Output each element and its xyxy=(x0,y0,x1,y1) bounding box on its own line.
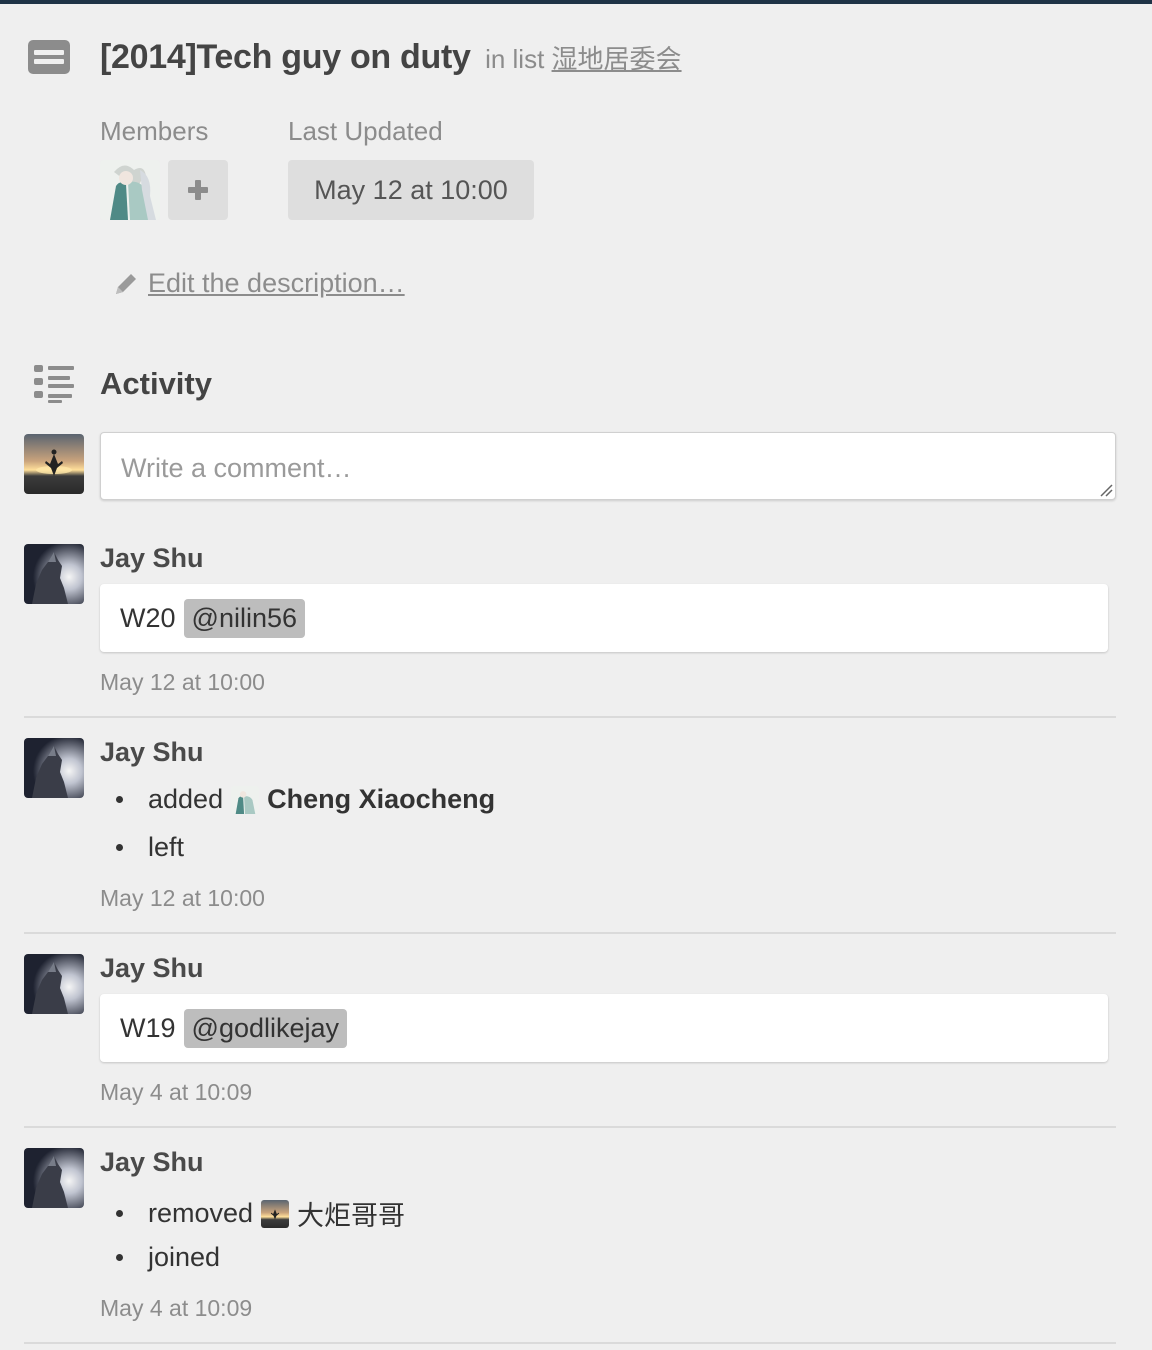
last-updated-badge[interactable]: May 12 at 10:00 xyxy=(288,160,534,220)
activity-bullet: left xyxy=(116,832,184,863)
activity-divider xyxy=(24,1342,1116,1344)
current-user-avatar-image xyxy=(24,434,84,494)
activity-verb: added xyxy=(148,784,224,814)
current-user-avatar[interactable] xyxy=(24,434,84,494)
mention-tag[interactable]: @godlikejay xyxy=(183,1008,348,1048)
activity-divider xyxy=(24,1126,1116,1128)
activity-bullet: added Cheng Xiaocheng xyxy=(116,784,495,815)
activity-timestamp[interactable]: May 4 at 10:09 xyxy=(100,1295,252,1322)
members-label: Members xyxy=(100,116,209,146)
top-bar xyxy=(0,0,1152,4)
comment-text: W19 xyxy=(120,1012,176,1043)
activity-timestamp[interactable]: May 12 at 10:00 xyxy=(100,885,265,912)
list-link[interactable]: 湿地居委会 xyxy=(552,44,682,74)
activity-bullet: joined xyxy=(116,1242,220,1273)
card-title[interactable]: [2014]Tech guy on duty xyxy=(100,38,471,76)
bullet-dot xyxy=(116,1210,123,1217)
activity-timestamp[interactable]: May 4 at 10:09 xyxy=(100,1079,252,1106)
plus-icon xyxy=(188,180,208,200)
activity-bullet: removed 大炬哥哥 xyxy=(116,1194,405,1233)
comment-input[interactable]: Write a comment… xyxy=(100,432,1116,500)
activity-timestamp[interactable]: May 12 at 10:00 xyxy=(100,669,265,696)
activity-verb: left xyxy=(148,832,185,862)
activity-list-icon xyxy=(34,365,74,403)
bullet-dot xyxy=(116,1254,123,1261)
inline-member-avatar xyxy=(231,785,260,814)
activity-verb: removed xyxy=(148,1198,254,1228)
bullet-dot xyxy=(116,796,123,803)
add-member-button[interactable] xyxy=(168,160,228,220)
author-avatar[interactable] xyxy=(24,1148,84,1208)
author-avatar[interactable] xyxy=(24,544,84,604)
edit-description-link[interactable]: Edit the description… xyxy=(112,268,405,299)
comment-bubble[interactable]: W19 @godlikejay xyxy=(100,994,1108,1062)
edit-description-label: Edit the description… xyxy=(148,268,405,298)
card-icon xyxy=(28,40,70,74)
member-avatar-image xyxy=(100,160,160,220)
activity-member-name[interactable]: 大炬哥哥 xyxy=(297,1194,405,1233)
in-list-label: in list 湿地居委会 xyxy=(485,44,682,74)
activity-divider xyxy=(24,716,1116,718)
inline-member-avatar xyxy=(261,1199,290,1228)
inline-member-avatar-image xyxy=(231,785,260,814)
member-avatar[interactable] xyxy=(100,160,160,220)
author-avatar-image xyxy=(24,1148,84,1208)
comment-bubble[interactable]: W20 @nilin56 xyxy=(100,584,1108,652)
card-title-row: [2014]Tech guy on duty in list 湿地居委会 xyxy=(100,38,682,77)
author-avatar-image xyxy=(24,544,84,604)
pencil-icon xyxy=(116,273,136,294)
activity-author[interactable]: Jay Shu xyxy=(100,737,204,768)
activity-member-name[interactable]: Cheng Xiaocheng xyxy=(267,784,495,815)
activity-author[interactable]: Jay Shu xyxy=(100,543,204,574)
activity-verb: joined xyxy=(148,1242,221,1272)
author-avatar[interactable] xyxy=(24,954,84,1014)
inline-member-avatar-image xyxy=(261,1199,290,1228)
last-updated-label: Last Updated xyxy=(288,116,443,146)
activity-title: Activity xyxy=(100,366,212,401)
activity-author[interactable]: Jay Shu xyxy=(100,1147,204,1178)
activity-author[interactable]: Jay Shu xyxy=(100,953,204,984)
mention-tag[interactable]: @nilin56 xyxy=(183,598,305,638)
resize-handle-icon[interactable] xyxy=(1099,483,1113,497)
comment-placeholder: Write a comment… xyxy=(121,453,352,483)
author-avatar-image xyxy=(24,954,84,1014)
author-avatar[interactable] xyxy=(24,738,84,798)
comment-text: W20 xyxy=(120,602,176,633)
author-avatar-image xyxy=(24,738,84,798)
activity-divider xyxy=(24,932,1116,934)
bullet-dot xyxy=(116,844,123,851)
